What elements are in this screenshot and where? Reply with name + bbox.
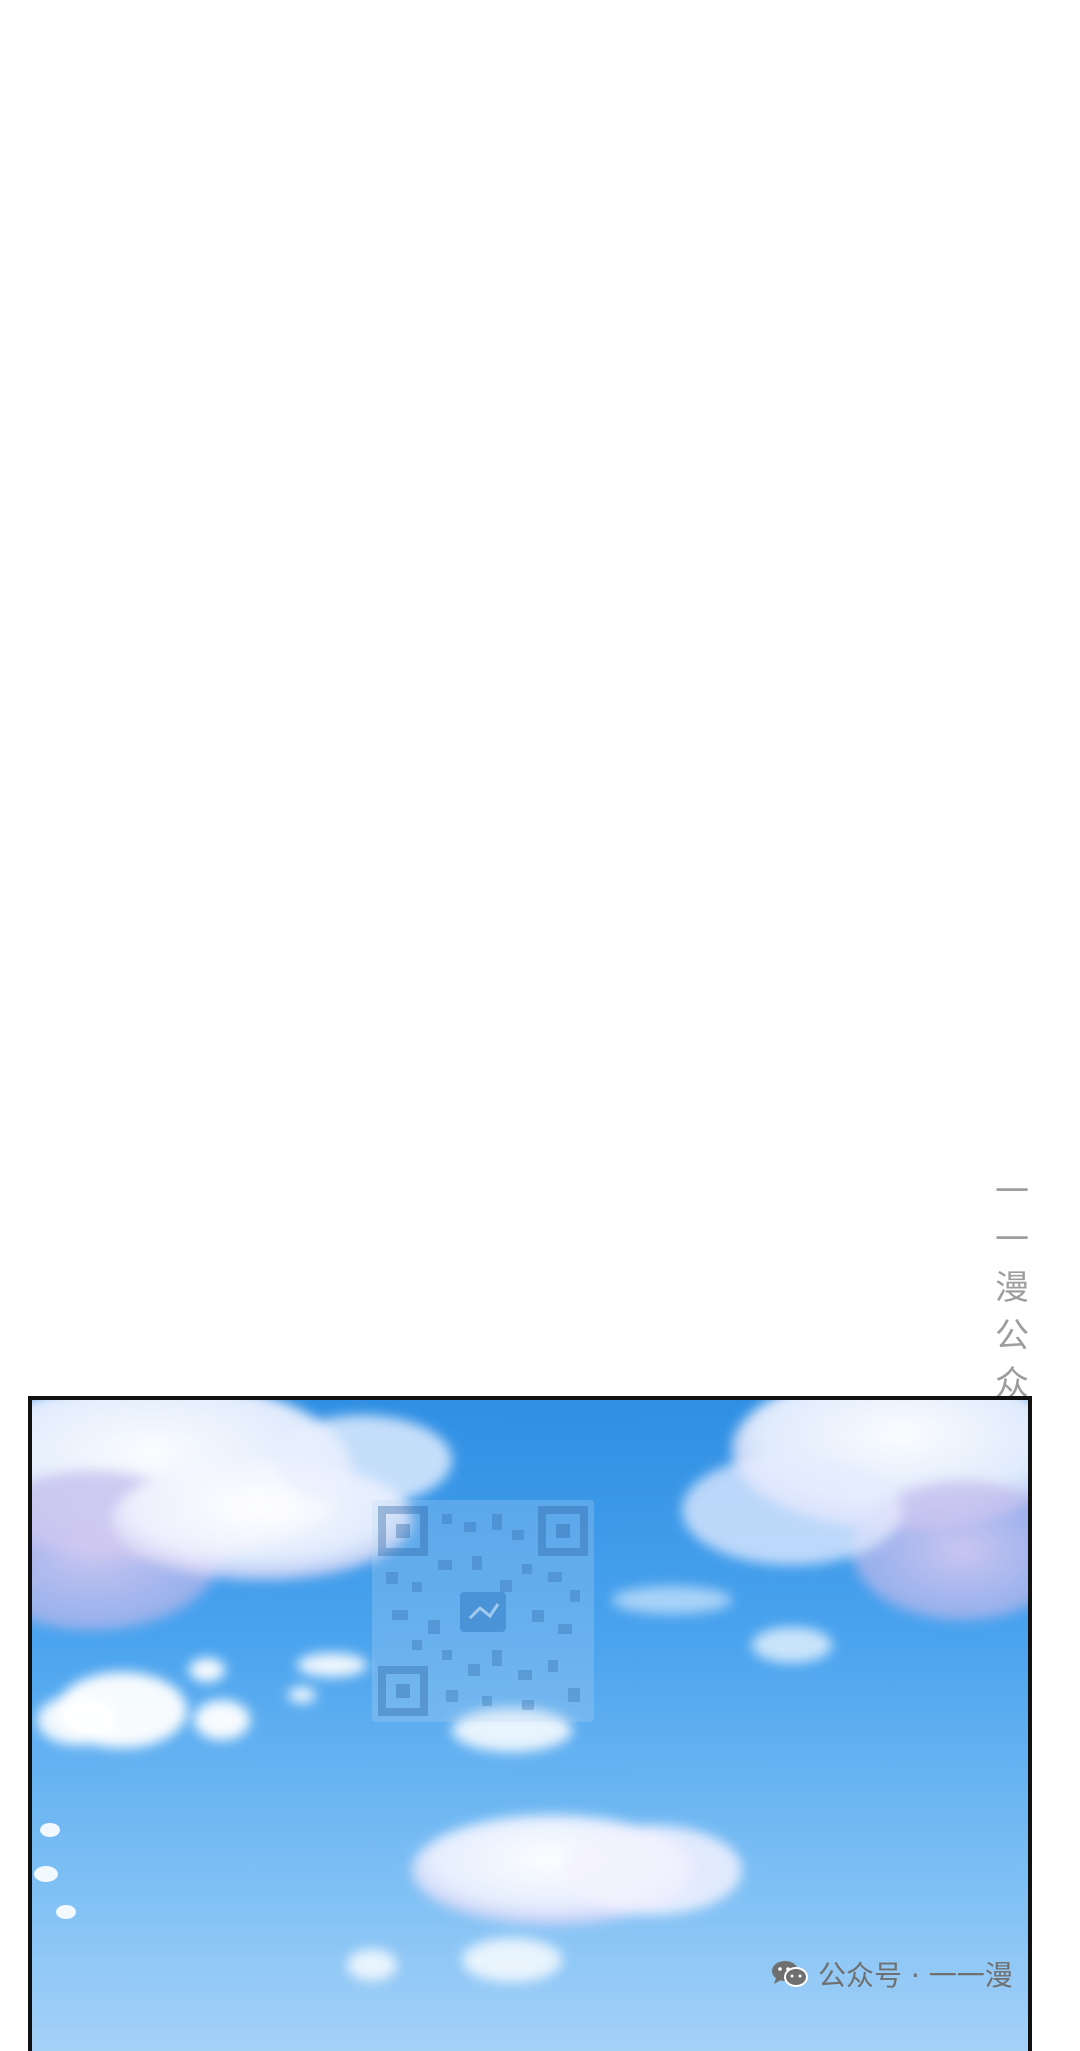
cloud-left-specks — [34, 1823, 76, 1919]
vertical-watermark-char: 漫 — [995, 1268, 1029, 1308]
cloud-middle — [347, 1708, 742, 1982]
account-watermark-text: 公众号 · 一一漫 — [818, 1959, 1013, 1992]
cloud-small-left — [37, 1653, 367, 1748]
qr-code-watermark — [372, 1500, 594, 1722]
wechat-icon — [772, 1961, 808, 1987]
vertical-watermark-char: 公 — [995, 1316, 1029, 1356]
comic-page: 一 一 漫 公 众 号 — [0, 0, 1080, 2051]
qr-code-icon — [378, 1506, 588, 1716]
cloud-right-wisp — [612, 1586, 832, 1663]
account-watermark: 公众号 · 一一漫 — [770, 1954, 1013, 1994]
vertical-watermark-char: 一 — [995, 1220, 1029, 1260]
vertical-watermark-char: 一 — [995, 1172, 1029, 1212]
cloud-top-right — [682, 1400, 1028, 1620]
comic-panel — [28, 1396, 1032, 2051]
